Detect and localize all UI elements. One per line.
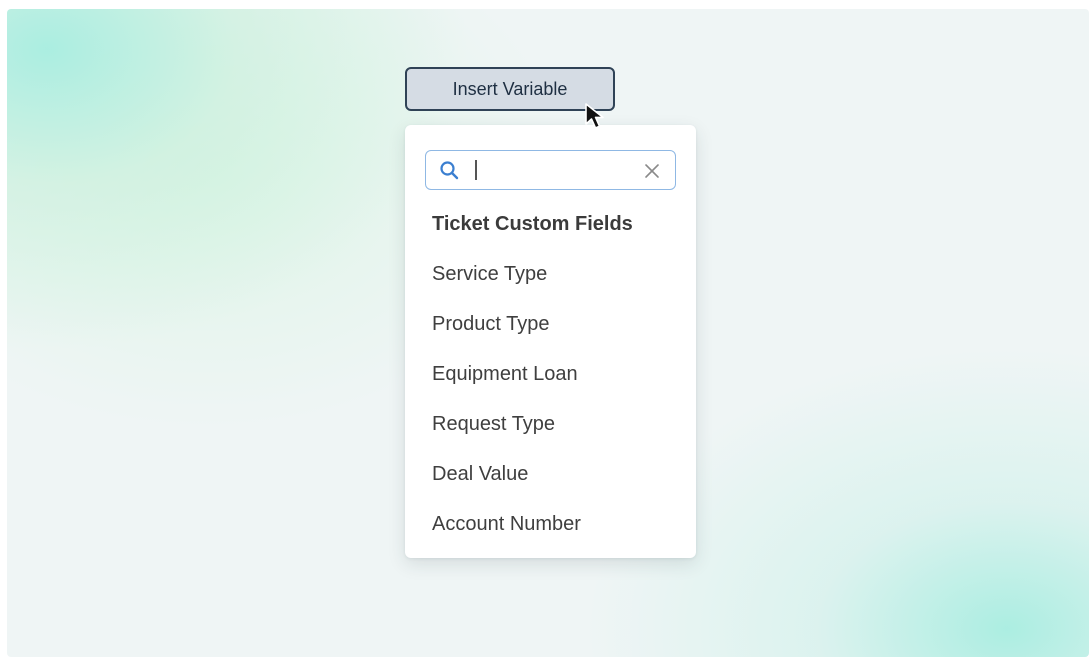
canvas-background: Insert Variable Ticket Custom Fields Ser… (7, 9, 1089, 657)
variable-list: Service Type Product Type Equipment Loan… (405, 249, 696, 549)
list-item-service-type[interactable]: Service Type (405, 249, 696, 299)
list-item-label: Product Type (432, 312, 550, 335)
search-input[interactable] (470, 157, 630, 183)
group-header: Ticket Custom Fields (432, 213, 633, 235)
list-item-label: Equipment Loan (432, 362, 578, 385)
list-item-request-type[interactable]: Request Type (405, 399, 696, 449)
mouse-pointer-icon (584, 102, 610, 132)
list-item-equipment-loan[interactable]: Equipment Loan (405, 349, 696, 399)
close-icon[interactable] (644, 163, 660, 179)
list-item-deal-value[interactable]: Deal Value (405, 449, 696, 499)
list-item-label: Deal Value (432, 462, 529, 485)
text-caret (475, 160, 477, 180)
list-item-label: Request Type (432, 412, 556, 435)
search-box[interactable] (425, 150, 676, 190)
list-item-account-number[interactable]: Account Number (405, 499, 696, 549)
list-item-label: Account Number (432, 512, 581, 535)
variable-dropdown: Ticket Custom Fields Service Type Produc… (405, 125, 696, 558)
list-item-label: Service Type (432, 262, 548, 285)
search-icon (439, 160, 459, 180)
insert-variable-button-label: Insert Variable (452, 78, 568, 99)
list-item-product-type[interactable]: Product Type (405, 299, 696, 349)
